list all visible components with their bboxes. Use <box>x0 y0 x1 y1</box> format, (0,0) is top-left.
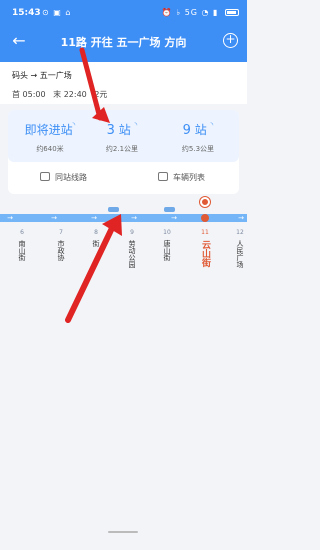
direction-arrow-icon: → <box>7 214 13 222</box>
stops-away-number: 3 <box>106 123 115 138</box>
status-time: 15:43 <box>12 8 41 18</box>
stop-name: 街 <box>92 240 100 247</box>
calendar-icon <box>158 172 168 181</box>
navigation-bar: ← 11路 开往 五一广场 方向 + <box>0 28 247 56</box>
last-bus-time: 末 22:40 <box>53 90 87 99</box>
arrival-stat-2: 9 站 ◝ 约5.3公里 <box>168 121 228 154</box>
top-bar: 15:43 ⊙ ▣ ⌂ ⏰ ♭ 5G ◔ ▮ ← 11路 开往 五一广场 方向 … <box>0 0 247 62</box>
stop-item[interactable]: 6 南山街 <box>13 229 31 261</box>
route-endpoints: 码头 → 五一广场 <box>12 71 72 80</box>
stop-number: 7 <box>59 229 63 236</box>
stop-item[interactable]: 7 市政协 <box>52 229 70 261</box>
stops-away-unit: 站 <box>194 123 207 137</box>
current-stop-dot <box>201 214 209 222</box>
stops-away: 9 站 ◝ <box>168 121 228 138</box>
arrival-card: 即将进站◝ 约640米 3 站 ◝ 约2.1公里 9 站 ◝ 约5.3公里 同站… <box>8 110 239 194</box>
image-icon <box>40 172 50 181</box>
first-bus-time: 首 05:00 <box>12 90 46 99</box>
service-hours: 首 05:00 末 22:40 2元 <box>12 89 235 100</box>
card-actions: 同站线路 车辆列表 <box>8 165 239 190</box>
stop-name: 南山街 <box>18 240 26 261</box>
route-line <box>0 214 247 222</box>
stop-item[interactable]: 12 人民广场 <box>231 229 249 268</box>
bus-icon <box>108 207 119 212</box>
stops-distance: 约5.3公里 <box>181 145 215 153</box>
stops-away-number: 9 <box>182 123 191 138</box>
direction-arrow-icon: → <box>238 214 244 222</box>
direction-arrow-icon: → <box>171 214 177 222</box>
status-left-icons: ⊙ ▣ ⌂ <box>42 8 72 17</box>
status-bar: 15:43 ⊙ ▣ ⌂ ⏰ ♭ 5G ◔ ▮ <box>0 0 247 26</box>
arrival-distance: 约640米 <box>36 145 64 153</box>
vehicle-list-button[interactable]: 车辆列表 <box>158 172 205 183</box>
stops-distance: 约2.1公里 <box>105 145 139 153</box>
arrival-status: 即将进站◝ <box>18 121 82 138</box>
stop-name: 人民广场 <box>236 240 244 268</box>
stop-item[interactable]: 9 劳动公园 <box>123 229 141 268</box>
direction-arrow-icon: → <box>131 214 137 222</box>
plus-circle-icon[interactable]: + <box>223 33 238 48</box>
vehicle-list-label: 车辆列表 <box>173 173 205 182</box>
stop-name: 劳动公园 <box>128 240 136 268</box>
home-indicator <box>108 531 138 533</box>
arrival-stats: 即将进站◝ 约640米 3 站 ◝ 约2.1公里 9 站 ◝ 约5.3公里 <box>8 110 239 162</box>
stops-away-unit: 站 <box>118 123 131 137</box>
stop-number: 10 <box>163 229 171 236</box>
arrival-stat-1: 3 站 ◝ 约2.1公里 <box>94 121 150 154</box>
stop-number: 8 <box>94 229 98 236</box>
location-pin-icon <box>200 197 210 207</box>
stop-name: 唐山街 <box>163 240 171 261</box>
bus-icon <box>164 207 175 212</box>
route-direction-title: 11路 开往 五一广场 方向 <box>60 36 187 49</box>
signal-icon: ◝ <box>72 121 76 129</box>
stop-name: 云山街 <box>200 240 210 267</box>
battery-icon <box>225 9 239 16</box>
same-stop-routes-label: 同站线路 <box>55 173 87 182</box>
signal-icon: ◝ <box>134 121 138 129</box>
stop-item[interactable]: 10 唐山街 <box>158 229 176 261</box>
stop-item[interactable]: 8 街 <box>87 229 105 247</box>
signal-icon: ◝ <box>210 121 214 129</box>
fare: 2元 <box>94 90 108 99</box>
stop-number: 11 <box>201 229 209 236</box>
back-arrow-icon[interactable]: ← <box>8 30 30 52</box>
stops-away: 3 站 ◝ <box>94 121 150 138</box>
stop-number: 9 <box>130 229 134 236</box>
arrival-status-text: 即将进站 <box>24 123 73 137</box>
stop-name: 市政协 <box>57 240 65 261</box>
stop-number: 6 <box>20 229 24 236</box>
arrival-stat-0: 即将进站◝ 约640米 <box>18 121 82 154</box>
current-stop-item[interactable]: 11 云山街 <box>196 229 214 267</box>
status-right-icons: ⏰ ♭ 5G ◔ ▮ <box>162 8 239 17</box>
same-stop-routes-button[interactable]: 同站线路 <box>40 172 87 183</box>
status-icons-label: ⏰ ♭ 5G ◔ ▮ <box>161 8 219 17</box>
direction-arrow-icon: → <box>51 214 57 222</box>
stop-number: 12 <box>236 229 244 236</box>
route-info-panel: 码头 → 五一广场 首 05:00 末 22:40 2元 <box>0 62 247 104</box>
direction-arrow-icon: → <box>91 214 97 222</box>
